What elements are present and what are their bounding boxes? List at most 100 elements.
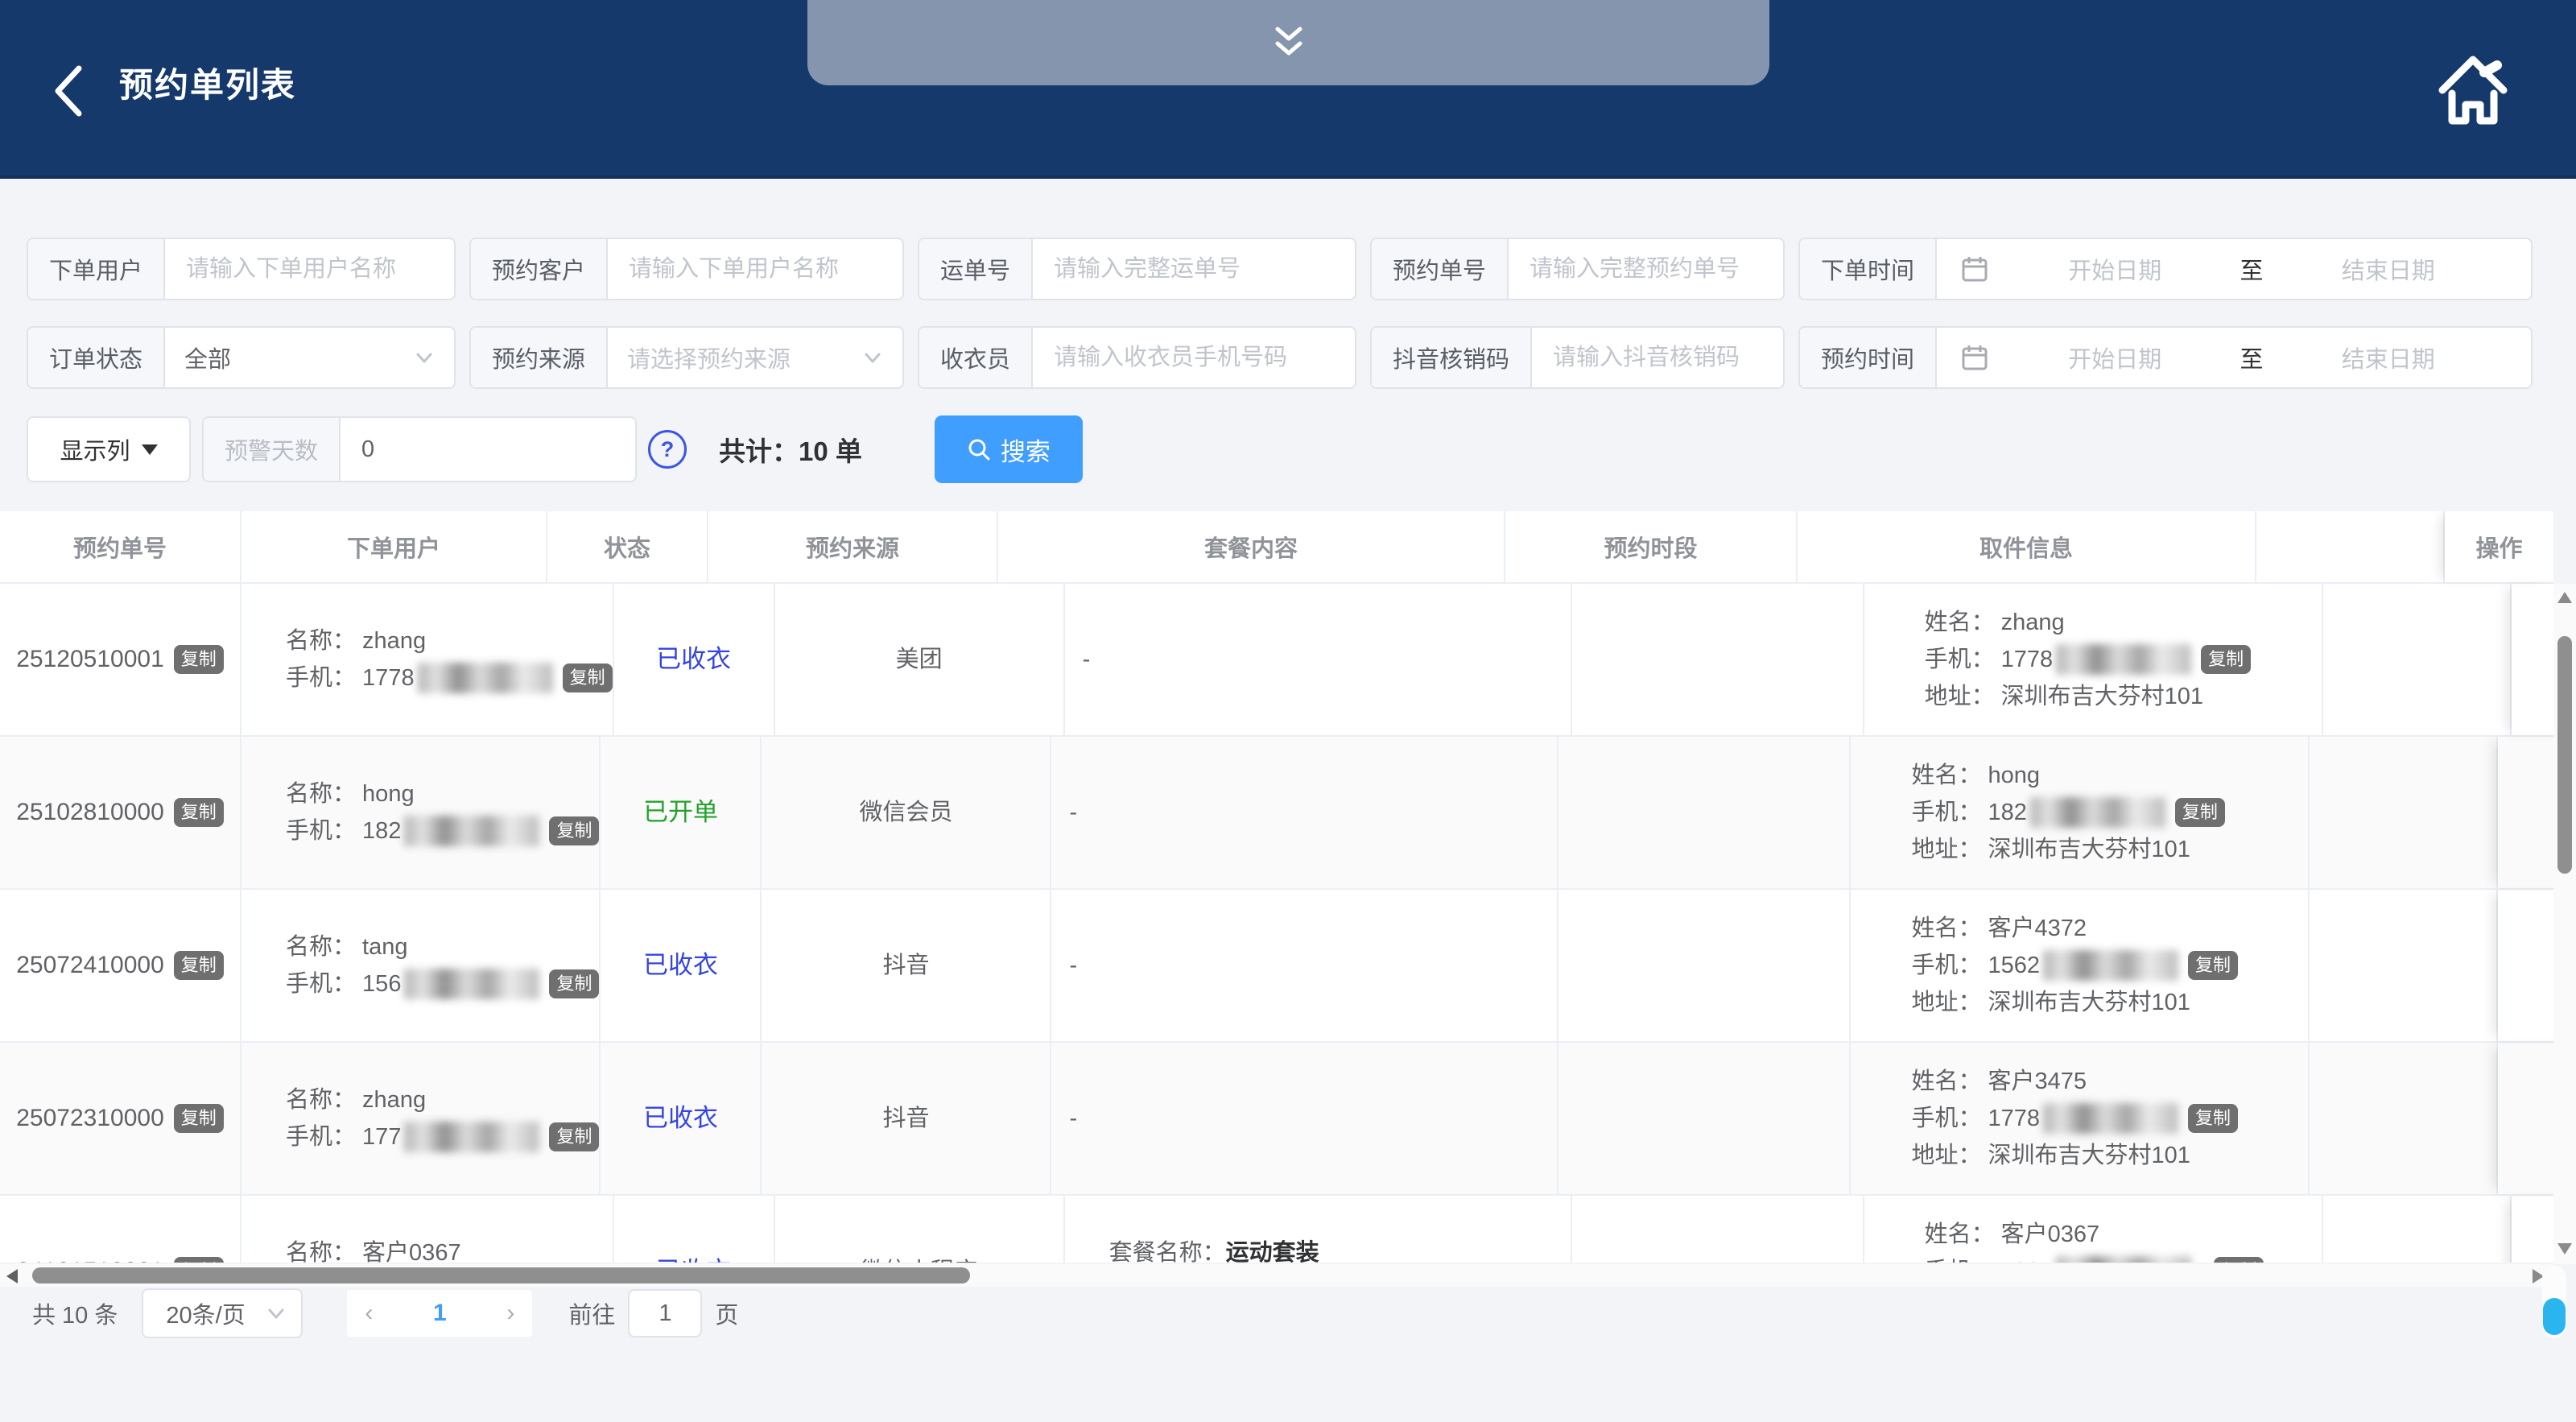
copy-button[interactable]: 复制 <box>174 798 224 827</box>
timeslot-cell <box>1558 737 1851 888</box>
pickup-address-line: 地址： 深圳布吉大芬村101 <box>1911 1137 2308 1174</box>
copy-button[interactable]: 复制 <box>2175 798 2225 827</box>
collector-input[interactable] <box>1052 344 1335 372</box>
copy-button[interactable]: 复制 <box>2188 1104 2238 1133</box>
scroll-left-arrow-icon[interactable] <box>6 1269 18 1284</box>
horizontal-scrollbar-thumb[interactable] <box>32 1267 970 1284</box>
masked-phone-digits <box>2043 950 2178 981</box>
page-scrollbar[interactable] <box>2542 1266 2566 1338</box>
filter-order-time: 下单时间 开始日期 至 结束日期 <box>1798 238 2533 300</box>
page-size-select[interactable]: 20条/页 <box>142 1288 303 1338</box>
warn-days-input[interactable] <box>360 436 616 464</box>
status-badge: 已收衣 <box>643 947 718 984</box>
status-cell: 已收衣 <box>614 584 775 735</box>
booking-no-cell: 25102810000复制 <box>0 737 242 888</box>
copy-button[interactable]: 复制 <box>2188 951 2238 980</box>
booking-time-daterange[interactable]: 开始日期 至 结束日期 <box>1937 328 2531 387</box>
col-header-package: 套餐内容 <box>998 511 1505 582</box>
table-row[interactable]: 25120510001复制名称： zhang手机： 1778复制已收衣美团-姓名… <box>0 584 2553 737</box>
blank-cell <box>2310 737 2498 888</box>
status-cell: 已开单 <box>601 737 762 888</box>
home-icon <box>2433 47 2513 134</box>
vertical-scrollbar[interactable] <box>2553 584 2576 1264</box>
table-row[interactable]: 24101510001复制名称： 客户0367手机： 1827复制已收衣微信小程… <box>0 1196 2553 1263</box>
horizontal-scrollbar[interactable] <box>0 1264 2553 1287</box>
col-header-blank <box>2256 511 2445 582</box>
home-button[interactable] <box>2433 47 2513 134</box>
filter-douyin-code: 抖音核销码 <box>1370 326 1785 389</box>
vertical-scrollbar-thumb[interactable] <box>2557 636 2572 874</box>
order-status-select[interactable]: 全部 <box>165 328 454 387</box>
pickup-phone-line: 手机： 182复制 <box>1911 794 2308 831</box>
start-date-placeholder[interactable]: 开始日期 <box>1996 341 2233 374</box>
date-separator: 至 <box>2234 341 2270 374</box>
masked-phone-digits <box>2056 644 2191 675</box>
table-row[interactable]: 25102810000复制名称： hong手机： 182复制已开单微信会员-姓名… <box>0 737 2553 890</box>
back-button[interactable] <box>50 63 98 119</box>
prev-page-button[interactable]: ‹ <box>365 1301 373 1325</box>
chevron-left-icon <box>50 64 85 118</box>
table-row[interactable]: 25072310000复制名称： zhang手机： 177复制已收衣抖音-姓名：… <box>0 1043 2553 1196</box>
copy-button[interactable]: 复制 <box>174 1104 224 1133</box>
filter-booking-time: 预约时间 开始日期 至 结束日期 <box>1798 326 2533 389</box>
package-name-label: 套餐名称： <box>1109 1234 1226 1263</box>
help-icon[interactable]: ? <box>648 430 687 469</box>
collapse-header-pill[interactable] <box>807 0 1769 85</box>
copy-button[interactable]: 复制 <box>174 645 224 674</box>
col-header-status: 状态 <box>547 511 708 582</box>
page-scrollbar-thumb[interactable] <box>2543 1298 2566 1335</box>
order-user-input[interactable] <box>184 255 435 283</box>
masked-phone-digits <box>404 969 539 999</box>
booking-no-input[interactable] <box>1528 255 1764 283</box>
copy-button[interactable]: 复制 <box>2201 645 2251 674</box>
phone-label: 手机： 1827 <box>1925 1253 2054 1263</box>
filter-label: 预约客户 <box>471 239 608 299</box>
scroll-down-arrow-icon[interactable] <box>2557 1243 2572 1255</box>
masked-phone-digits <box>418 663 553 693</box>
timeslot-cell <box>1558 1043 1851 1194</box>
package-empty: - <box>1069 1100 1557 1137</box>
copy-button[interactable]: 复制 <box>549 969 599 998</box>
copy-button[interactable]: 复制 <box>174 951 224 980</box>
source-cell: 抖音 <box>762 1043 1051 1194</box>
double-chevron-down-icon <box>1273 24 1305 61</box>
filter-booking-source: 预约来源 请选择预约来源 <box>469 326 904 389</box>
filter-label: 预约来源 <box>471 328 608 387</box>
booking-source-select[interactable]: 请选择预约来源 <box>608 328 902 387</box>
status-badge: 已收衣 <box>656 1253 731 1263</box>
copy-button[interactable]: 复制 <box>549 816 599 845</box>
blank-cell <box>2323 1196 2512 1263</box>
order-user-cell: 名称： hong手机： 182复制 <box>242 737 601 888</box>
warn-days-label: 预警天数 <box>204 418 341 481</box>
order-time-daterange[interactable]: 开始日期 至 结束日期 <box>1937 239 2531 299</box>
pickup-name-line: 姓名： 客户0367 <box>1925 1216 2322 1253</box>
copy-button[interactable]: 复制 <box>2214 1257 2264 1263</box>
booking-customer-input[interactable] <box>627 255 883 283</box>
col-header-pickup: 取件信息 <box>1798 511 2256 582</box>
end-date-placeholder[interactable]: 结束日期 <box>2270 341 2507 374</box>
filter-waybill-no: 运单号 <box>918 238 1356 300</box>
start-date-placeholder[interactable]: 开始日期 <box>1996 252 2233 286</box>
filter-label: 运单号 <box>919 239 1033 299</box>
douyin-code-input[interactable] <box>1551 344 1764 372</box>
copy-button[interactable]: 复制 <box>174 1257 224 1263</box>
pickup-phone-line: 手机： 18277复制 <box>1925 1253 2322 1263</box>
goto-page-input[interactable] <box>628 1289 702 1337</box>
scroll-up-arrow-icon[interactable] <box>2557 592 2572 603</box>
copy-button[interactable]: 复制 <box>563 663 613 692</box>
next-page-button[interactable]: › <box>506 1301 514 1325</box>
current-page-number[interactable]: 1 <box>433 1300 447 1327</box>
copy-button[interactable]: 复制 <box>549 1122 599 1151</box>
end-date-placeholder[interactable]: 结束日期 <box>2270 252 2507 286</box>
show-columns-button[interactable]: 显示列 <box>27 416 191 482</box>
status-cell: 已收衣 <box>614 1196 775 1263</box>
user-name-line: 名称： hong <box>286 775 599 812</box>
table-row[interactable]: 25072410000复制名称： tang手机： 156复制已收衣抖音-姓名： … <box>0 890 2553 1043</box>
waybill-no-input[interactable] <box>1052 255 1335 283</box>
caret-down-icon <box>142 444 158 455</box>
order-user-cell: 名称： zhang手机： 177复制 <box>242 1043 601 1194</box>
user-name-line: 名称： zhang <box>286 622 613 659</box>
search-button[interactable]: 搜索 <box>935 415 1083 483</box>
phone-label: 手机： 156 <box>286 965 401 1002</box>
user-phone-line: 手机： 1778复制 <box>286 659 613 697</box>
